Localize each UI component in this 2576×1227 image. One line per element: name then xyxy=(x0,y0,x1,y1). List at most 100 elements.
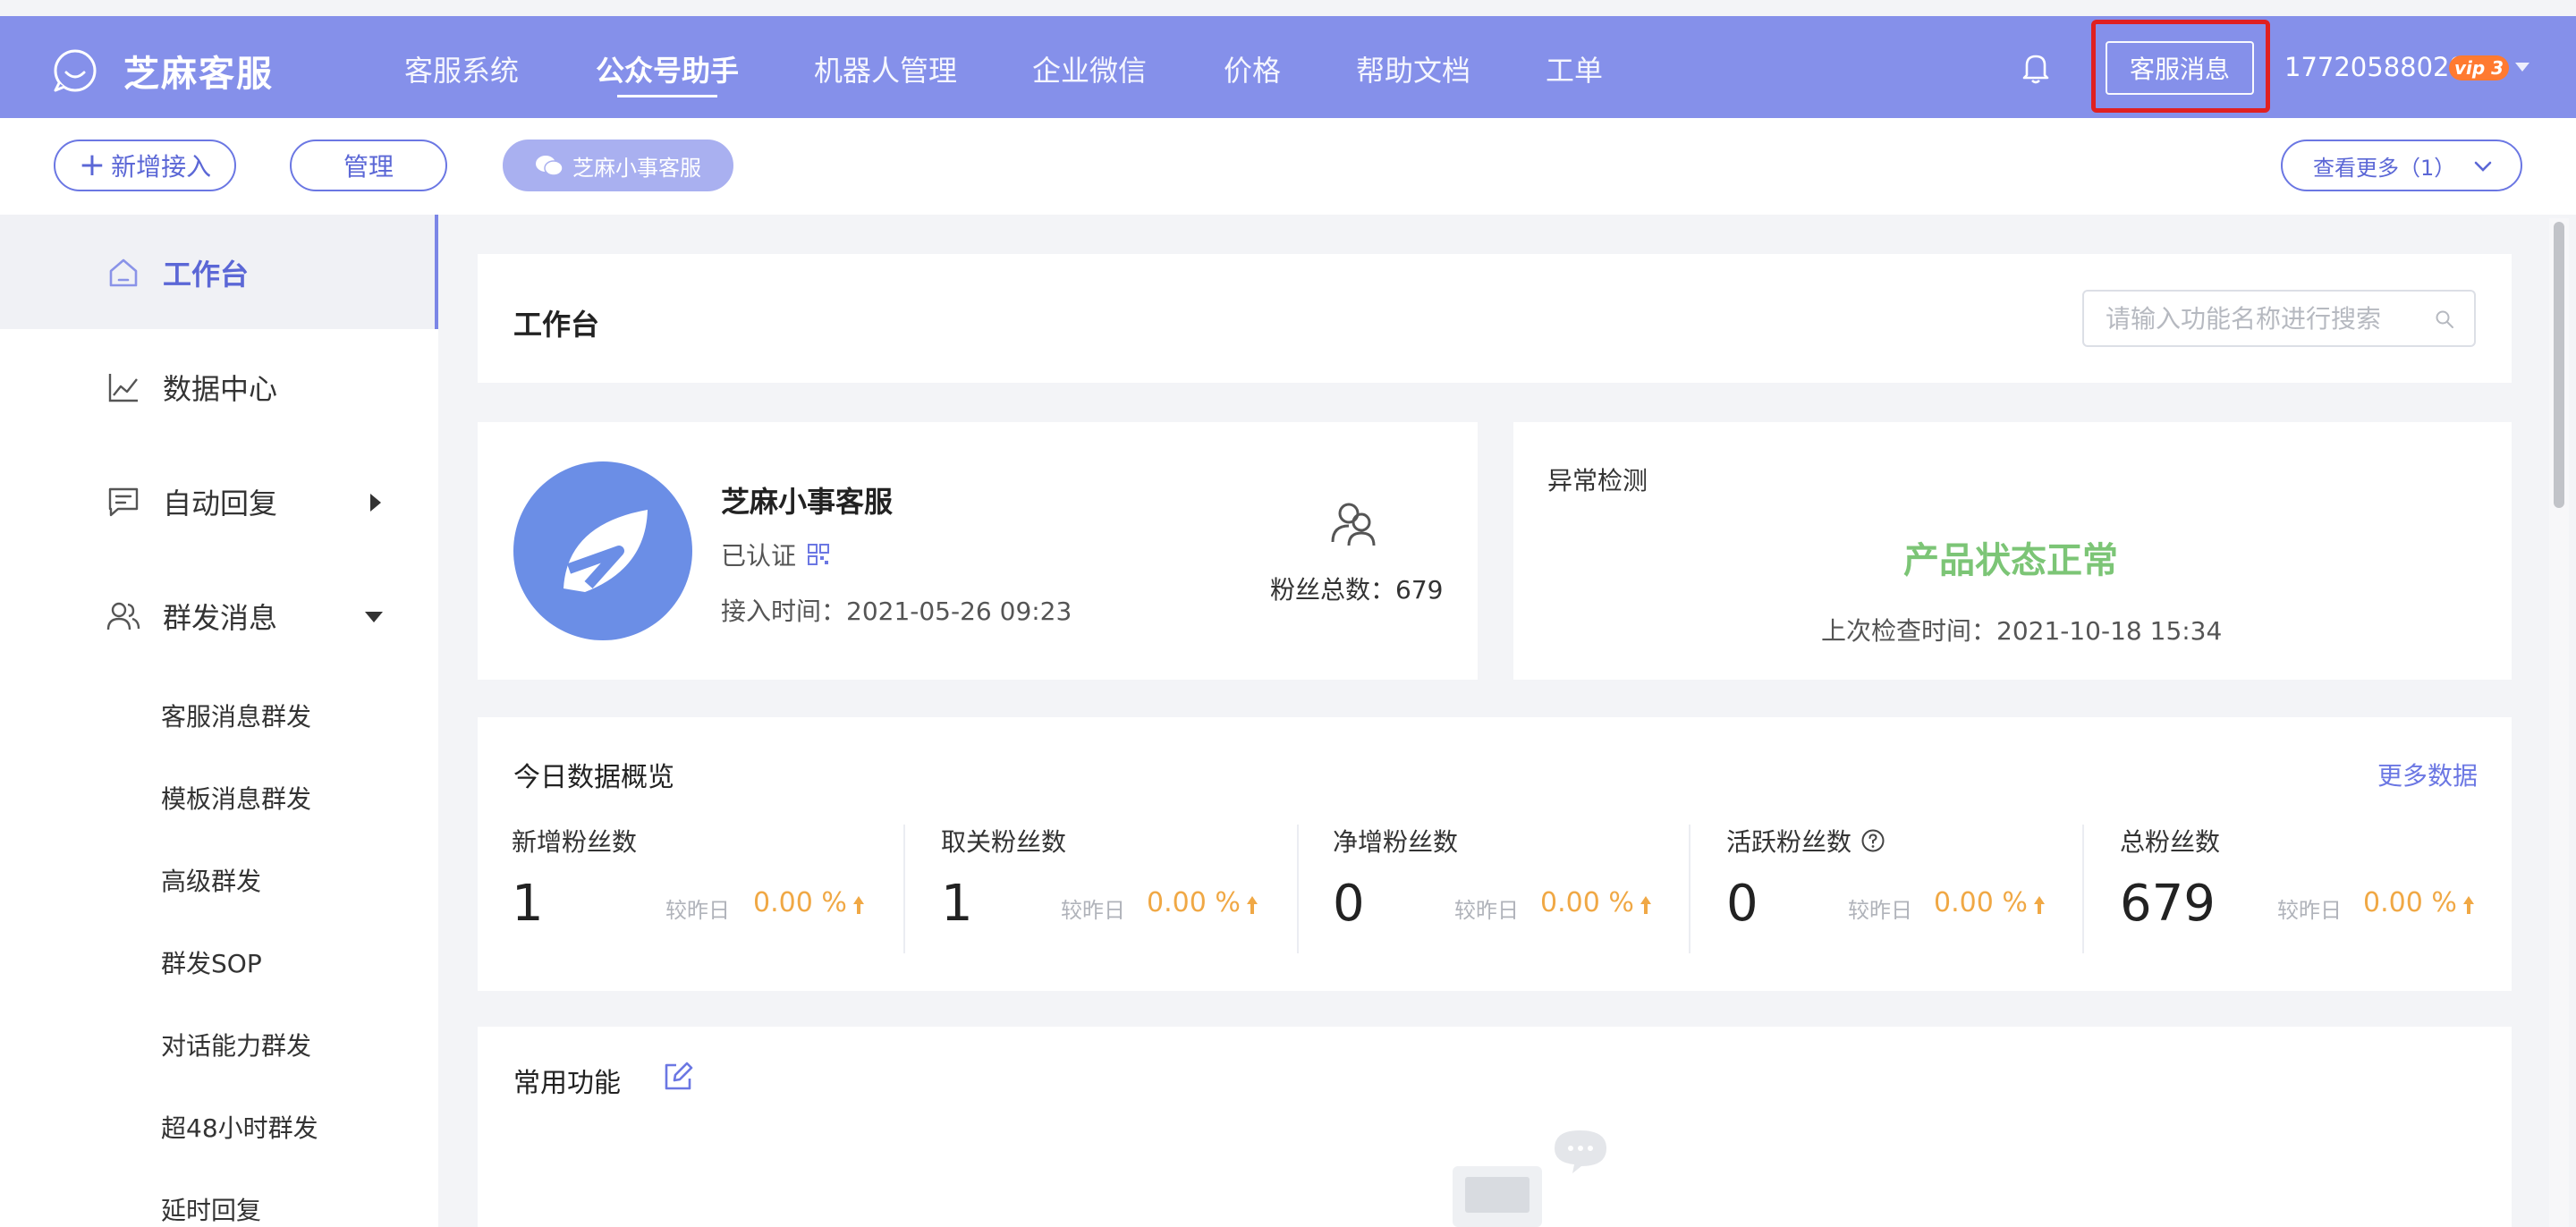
message-icon xyxy=(108,487,139,517)
sidebar-subitem-template-mass[interactable]: 模板消息群发 xyxy=(161,780,311,816)
metric-value: 0 xyxy=(1726,875,1758,933)
logo-icon xyxy=(54,49,97,92)
avatar xyxy=(513,461,692,640)
manage-button[interactable]: 管理 xyxy=(290,140,447,191)
metric-compare-label: 较昨日 xyxy=(1061,898,1125,923)
scrollbar-thumb[interactable] xyxy=(2554,222,2564,508)
sidebar-item-label: 群发消息 xyxy=(163,601,278,635)
more-data-link[interactable]: 更多数据 xyxy=(2377,757,2478,792)
sidebar-item-label: 自动回复 xyxy=(163,487,278,520)
arrow-up-icon xyxy=(1640,896,1651,914)
nav-item-help-docs[interactable]: 帮助文档 xyxy=(1356,48,1470,89)
sidebar-item-auto-reply[interactable]: 自动回复 xyxy=(106,481,277,522)
help-icon[interactable] xyxy=(1860,828,1885,853)
users-icon xyxy=(106,602,140,630)
chart-icon xyxy=(108,374,138,402)
chevron-down-icon xyxy=(2474,161,2492,172)
sidebar-item-workbench[interactable]: 工作台 xyxy=(106,252,249,293)
nav-item-robot-management[interactable]: 机器人管理 xyxy=(814,48,957,89)
chevron-right-icon[interactable] xyxy=(370,494,381,512)
metric-divider xyxy=(1297,825,1299,953)
empty-state-illustration xyxy=(1453,1130,1606,1227)
metric-pct: 0.00 % xyxy=(753,887,847,918)
metric-pct: 0.00 % xyxy=(1934,887,2028,918)
function-search[interactable] xyxy=(2082,290,2476,347)
logo[interactable]: 芝麻客服 xyxy=(52,45,274,97)
sidebar: 工作台 数据中心 自动回复 群发消息 客服消息群发 模板消息群发 高级群发 群发… xyxy=(0,215,438,1227)
metric-value: 1 xyxy=(941,875,973,933)
metric-pct: 0.00 % xyxy=(1147,887,1241,918)
last-check-time: 上次检查时间：2021-10-18 15:34 xyxy=(1821,616,2223,646)
account-verified: 已认证 xyxy=(721,537,830,572)
arrow-up-icon xyxy=(2034,896,2045,914)
chevron-down-icon[interactable] xyxy=(2515,63,2529,72)
metric-compare-label: 较昨日 xyxy=(665,898,730,923)
sidebar-subitem-dialog-mass[interactable]: 对话能力群发 xyxy=(161,1027,311,1062)
chevron-down-icon[interactable] xyxy=(365,612,383,622)
plus-icon: + xyxy=(78,147,106,183)
metric-label: 总粉丝数 xyxy=(2120,827,2221,857)
account-access-time: 接入时间：2021-05-26 09:23 xyxy=(721,597,1072,626)
metric-active-fans: 活跃粉丝数 0 较昨日 0.00 % xyxy=(1726,823,2084,957)
search-icon[interactable] xyxy=(2435,309,2454,329)
sidebar-item-label: 工作台 xyxy=(163,258,250,292)
overview-title: 今日数据概览 xyxy=(513,762,674,793)
sidebar-subitem-48h-mass[interactable]: 超48小时群发 xyxy=(161,1109,318,1145)
metric-value: 0 xyxy=(1333,875,1365,933)
sidebar-subitem-delay-reply[interactable]: 延时回复 xyxy=(161,1191,261,1227)
metric-unfollow-fans: 取关粉丝数 1 较昨日 0.00 % xyxy=(941,823,1299,957)
cs-message-button[interactable]: 客服消息 xyxy=(2106,41,2254,95)
metric-value: 679 xyxy=(2120,875,2216,933)
bell-icon[interactable] xyxy=(2020,50,2052,86)
arrow-up-icon xyxy=(853,896,864,914)
metric-label: 取关粉丝数 xyxy=(941,827,1067,857)
window-top-strip xyxy=(0,0,2576,16)
nav-item-price[interactable]: 价格 xyxy=(1224,48,1281,89)
common-functions-title: 常用功能 xyxy=(513,1068,621,1099)
anomaly-title: 异常检测 xyxy=(1547,466,1648,495)
account-pill[interactable]: 芝麻小事客服 xyxy=(503,140,733,191)
top-navbar: 芝麻客服 客服系统 公众号助手 机器人管理 企业微信 价格 帮助文档 工单 客服… xyxy=(0,16,2576,118)
user-phone[interactable]: 17720588029 xyxy=(2284,52,2466,82)
qr-code-icon[interactable] xyxy=(807,543,830,566)
search-input[interactable] xyxy=(2106,300,2410,336)
sidebar-active-indicator xyxy=(435,215,438,329)
account-bar: + 新增接入 管理 芝麻小事客服 查看更多（1） xyxy=(0,118,2576,215)
verified-label: 已认证 xyxy=(721,541,797,571)
nav-item-cs-system[interactable]: 客服系统 xyxy=(404,48,519,89)
sidebar-item-data-center[interactable]: 数据中心 xyxy=(106,367,277,408)
account-pill-label: 芝麻小事客服 xyxy=(572,155,701,181)
metric-pct: 0.00 % xyxy=(1540,887,1634,918)
edit-icon[interactable] xyxy=(662,1061,694,1093)
add-access-label: 新增接入 xyxy=(111,152,212,182)
nav-active-underline xyxy=(617,95,717,97)
vip-badge: vip 3 xyxy=(2449,55,2510,80)
view-more-button[interactable]: 查看更多（1） xyxy=(2281,140,2522,191)
sidebar-subitem-mass-sop[interactable]: 群发SOP xyxy=(161,944,262,980)
view-more-label: 查看更多（1） xyxy=(2313,155,2456,181)
wechat-icon xyxy=(536,156,564,176)
metric-divider xyxy=(1689,825,1690,953)
arrow-up-icon xyxy=(1247,896,1258,914)
metric-net-fans: 净增粉丝数 0 较昨日 0.00 % xyxy=(1333,823,1690,957)
sidebar-subitem-cs-mass[interactable]: 客服消息群发 xyxy=(161,698,311,733)
metric-label: 新增粉丝数 xyxy=(512,827,638,857)
page-title: 工作台 xyxy=(513,308,600,342)
metric-compare-label: 较昨日 xyxy=(1454,898,1519,923)
metric-label: 净增粉丝数 xyxy=(1333,827,1459,857)
fans-total: 粉丝总数：679 xyxy=(1270,575,1444,605)
metric-new-fans: 新增粉丝数 1 较昨日 0.00 % xyxy=(512,823,869,957)
home-icon xyxy=(109,258,138,287)
metric-divider xyxy=(2082,825,2084,953)
sidebar-subitem-advanced-mass[interactable]: 高级群发 xyxy=(161,862,261,898)
sidebar-item-mass-message[interactable]: 群发消息 xyxy=(106,596,277,637)
nav-item-wecom[interactable]: 企业微信 xyxy=(1032,48,1147,89)
account-name: 芝麻小事客服 xyxy=(721,485,894,519)
metric-pct: 0.00 % xyxy=(2363,887,2457,918)
metric-value: 1 xyxy=(512,875,544,933)
metric-compare-label: 较昨日 xyxy=(1848,898,1912,923)
product-status: 产品状态正常 xyxy=(1903,540,2118,581)
add-access-button[interactable]: + 新增接入 xyxy=(54,140,236,191)
nav-item-ticket[interactable]: 工单 xyxy=(1546,48,1603,89)
nav-item-mp-assistant[interactable]: 公众号助手 xyxy=(596,48,739,89)
